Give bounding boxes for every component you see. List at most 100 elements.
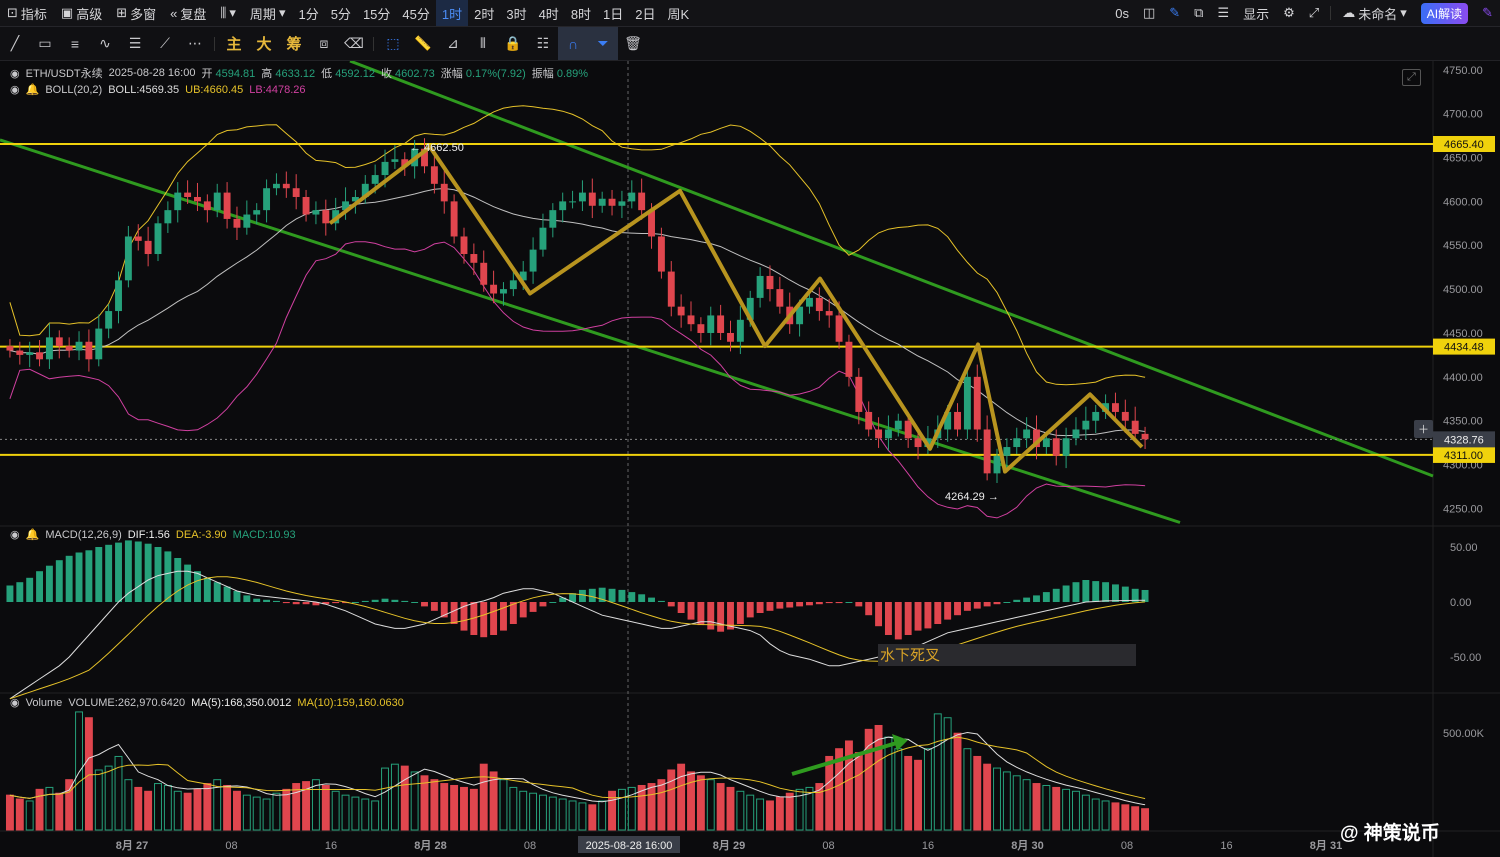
note-icon[interactable]: ☷: [528, 27, 558, 60]
layout-name-dropdown[interactable]: ☁ 未命名 ▾: [1335, 0, 1414, 26]
candle-body: [312, 210, 320, 215]
candle-body: [85, 341, 93, 360]
expand-icon[interactable]: ⤢: [1402, 69, 1421, 86]
tab-timeframe-10[interactable]: 2日: [629, 0, 661, 26]
tab-timeframe-8[interactable]: 8时: [565, 0, 597, 26]
measure-icon[interactable]: ⊿: [438, 27, 468, 60]
display-button[interactable]: 显示: [1236, 0, 1276, 26]
trash-icon[interactable]: 🗑: [618, 27, 648, 60]
candle-body: [470, 254, 478, 263]
fullscreen-icon[interactable]: ⤢: [1302, 0, 1326, 26]
macd-bar: [519, 602, 527, 618]
bars-icon[interactable]: ⫴: [468, 27, 498, 60]
chip-button[interactable]: 筹: [279, 27, 309, 60]
main-force-button[interactable]: 主: [219, 27, 249, 60]
macd-bar: [993, 602, 1001, 605]
candle-body: [194, 196, 201, 202]
candle-body: [569, 201, 577, 203]
fib-icon[interactable]: ☰: [120, 27, 150, 60]
macd-bar: [332, 602, 340, 604]
gear-icon[interactable]: ⚙: [1276, 0, 1302, 26]
volume-bar: [5, 794, 14, 831]
candle-body: [75, 341, 83, 351]
period-dropdown[interactable]: 周期 ▾: [243, 0, 293, 26]
price-axis-label: 4650.00: [1443, 153, 1483, 165]
pen-icon[interactable]: ✎: [1162, 0, 1187, 26]
tab-timeframe-11[interactable]: 周K: [662, 0, 696, 26]
macd-bar: [381, 598, 389, 602]
more-icon[interactable]: ⋯: [180, 27, 210, 60]
time-axis-label: 16: [922, 840, 934, 852]
candle-body: [875, 429, 883, 439]
change-label: 涨幅: [440, 68, 463, 80]
candle-body: [509, 280, 517, 290]
replay-button[interactable]: «复盘: [163, 0, 213, 26]
filter-icon[interactable]: ⏷: [588, 27, 618, 60]
candle-body: [500, 289, 507, 294]
big-order-button[interactable]: 大: [249, 27, 279, 60]
tab-timeframe-9[interactable]: 1日: [597, 0, 629, 26]
rectangle-icon[interactable]: ▭: [30, 27, 60, 60]
support-tag: 4311.00: [1444, 450, 1483, 462]
lock-icon[interactable]: 🔒: [498, 27, 528, 60]
tab-timeframe-4[interactable]: 1时: [435, 0, 469, 26]
volume-bar: [65, 779, 74, 831]
horizontal-lines-icon[interactable]: ≡: [60, 27, 90, 60]
volume-bar: [479, 763, 488, 831]
candle-body: [855, 376, 863, 412]
tab-timeframe-5[interactable]: 2时: [468, 0, 500, 26]
eye-icon[interactable]: ◉: [10, 528, 20, 541]
magnet-icon[interactable]: ∩: [558, 27, 588, 60]
candle-body: [549, 210, 557, 228]
macd-bar: [361, 600, 369, 602]
tab-timeframe-2[interactable]: 15分: [357, 0, 396, 26]
bell-icon[interactable]: 🔔: [26, 83, 40, 96]
camera-icon[interactable]: ◫: [1136, 0, 1162, 26]
eye-icon[interactable]: ◉: [10, 67, 20, 80]
volume-bar: [1111, 802, 1120, 831]
dea-value: DEA:-3.90: [175, 528, 227, 541]
chart-area[interactable]: 水下死叉 4750.00 4700.00 4650.00 4600.00 4550.00…: [0, 61, 1500, 857]
candle-body: [480, 262, 488, 285]
candle-body: [687, 315, 695, 325]
indicators-button[interactable]: ⊡ 指标: [0, 0, 54, 26]
ai-explain-button[interactable]: AI解读: [1414, 0, 1475, 26]
high-marker: ← 4662.50: [410, 142, 464, 154]
resistance-mid-tag: 4434.48: [1444, 342, 1484, 354]
drawing-toolbar: ╱ ▭ ≡ ∿ ☰ ⟋ ⋯ 主 大 筹 ⧈ ⌫ ⬚ 📏 ⊿ ⫴ 🔒 ☷ ∩ ⏷ …: [0, 27, 1500, 61]
tab-timeframe-7[interactable]: 4时: [533, 0, 565, 26]
macd-bar: [55, 560, 63, 602]
crosshair-time-label: 2025-08-28 16:00: [586, 840, 673, 852]
tab-timeframe-6[interactable]: 3时: [500, 0, 532, 26]
price-axis-label: 4350.00: [1443, 416, 1483, 428]
bell-icon[interactable]: 🔔: [26, 528, 40, 541]
volume-bar: [1032, 783, 1041, 831]
eye-icon[interactable]: ◉: [10, 696, 20, 709]
chevron-down-icon: ▾: [229, 5, 236, 20]
macd-bar: [934, 602, 942, 624]
macd-bar: [648, 597, 655, 602]
eye-icon[interactable]: ◉: [10, 83, 20, 96]
wave-icon[interactable]: ∿: [90, 27, 120, 60]
tab-timeframe-1[interactable]: 5分: [325, 0, 357, 26]
ruler-icon[interactable]: 📏: [408, 27, 438, 60]
macd-bar: [973, 602, 981, 609]
settings-sliders-icon[interactable]: ☰: [1210, 0, 1236, 26]
volume-bar: [400, 765, 409, 831]
tab-timeframe-0[interactable]: 1分: [292, 0, 324, 26]
eraser-icon[interactable]: ⌫: [339, 27, 369, 60]
advanced-button[interactable]: ▣ 高级: [54, 0, 109, 26]
ai-draw-icon[interactable]: ⧈: [309, 27, 339, 60]
popout-icon[interactable]: ⧉: [1187, 0, 1210, 26]
add-alert-icon[interactable]: ＋: [1414, 420, 1433, 438]
select-icon[interactable]: ⬚: [378, 27, 408, 60]
pen-icon[interactable]: ✎: [1475, 0, 1500, 26]
ub-value: UB:4660.45: [185, 83, 244, 96]
multi-window-button[interactable]: ⊞ 多窗: [109, 0, 163, 26]
macd-bar: [134, 541, 142, 602]
trendline-icon[interactable]: ╱: [0, 27, 30, 60]
tab-timeframe-3[interactable]: 45分: [396, 0, 435, 26]
chart-type-button[interactable]: ⫼ ▾: [213, 0, 243, 26]
macd-bar: [292, 602, 300, 605]
brush-icon[interactable]: ⟋: [150, 27, 180, 60]
